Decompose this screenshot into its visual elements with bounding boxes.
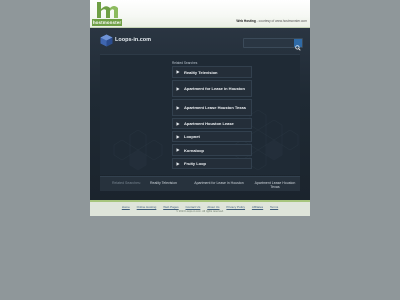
search-input[interactable]: [246, 39, 291, 47]
related-link-label: Apartment Lease Houston Texas: [184, 105, 246, 110]
related-link-item[interactable]: Loopnet: [172, 131, 252, 142]
copyright-text: © 2013 Loops-in.com. All rights reserved…: [176, 210, 224, 213]
bottom-related-link[interactable]: Apartment for Lease in Houston: [194, 181, 244, 185]
hostmonster-wordmark: hostmonster: [92, 19, 122, 26]
footer-link[interactable]: Affiliates: [252, 205, 263, 209]
hostmonster-mark-icon: [97, 2, 118, 18]
footer: Home Online Hosting Web Pages Contact Us…: [90, 200, 310, 216]
content-panel: Related Searches Reality Television Apar…: [100, 54, 300, 175]
related-link-item[interactable]: Apartment Lease Houston Texas: [172, 99, 252, 116]
related-link-label: Kornaloop: [184, 147, 204, 153]
bottom-related-link[interactable]: Apartment Lease Houston Texas: [253, 181, 297, 189]
footer-link[interactable]: Home: [122, 205, 130, 209]
bottom-related-link[interactable]: Reality Television: [150, 181, 177, 185]
footer-link[interactable]: Privacy Policy: [226, 205, 245, 209]
search-button[interactable]: [294, 39, 302, 51]
play-arrow-icon: [173, 134, 183, 139]
hosting-note: Web Hosting - courtesy of www.hostmonste…: [236, 19, 307, 23]
play-arrow-icon: [173, 161, 183, 166]
footer-link[interactable]: Terms: [270, 205, 278, 209]
bottom-related-bar: Related Searches: Reality Television Apa…: [100, 176, 300, 191]
play-arrow-icon: [173, 105, 183, 110]
main-area: Loops-in.com Related Searches Reality Te…: [90, 28, 310, 200]
related-link-item[interactable]: Reality Television: [172, 66, 252, 78]
play-arrow-icon: [173, 70, 183, 74]
related-link-label: Fruity Loop: [184, 161, 206, 166]
related-link-label: Reality Television: [184, 69, 218, 75]
footer-link[interactable]: About Us: [207, 205, 219, 209]
hosting-banner: hostmonster Web Hosting - courtesy of ww…: [90, 0, 310, 28]
hostmonster-logo[interactable]: hostmonster: [92, 2, 122, 26]
related-searches-title: Related Searches: [172, 61, 198, 65]
footer-link[interactable]: Web Pages: [163, 205, 178, 209]
play-arrow-icon: [173, 121, 183, 126]
hosting-note-bold: Web Hosting: [236, 19, 256, 23]
bottom-related-label: Related Searches:: [112, 181, 141, 185]
related-link-item[interactable]: Apartment Houston Lease: [172, 118, 252, 129]
site-title[interactable]: Loops-in.com: [115, 37, 151, 43]
related-link-label: Apartment Houston Lease: [184, 121, 234, 126]
hosting-note-text[interactable]: - courtesy of www.hostmonster.com: [256, 19, 307, 23]
related-link-label: Apartment for Lease in Houston: [184, 86, 245, 91]
related-link-item[interactable]: Apartment for Lease in Houston: [172, 80, 252, 97]
play-arrow-icon: [173, 86, 183, 91]
related-links-list: Reality Television Apartment for Lease i…: [172, 66, 252, 171]
footer-links: Home Online Hosting Web Pages Contact Us…: [90, 205, 310, 209]
search-icon: [295, 45, 301, 51]
parked-page: hostmonster Web Hosting - courtesy of ww…: [90, 0, 310, 214]
footer-link[interactable]: Contact Us: [186, 205, 201, 209]
related-link-item[interactable]: Fruity Loop: [172, 158, 252, 169]
related-link-label: Loopnet: [184, 134, 200, 139]
footer-link[interactable]: Online Hosting: [137, 205, 157, 209]
site-cube-icon: [100, 34, 113, 47]
play-arrow-icon: [173, 148, 183, 152]
related-link-item[interactable]: Kornaloop: [172, 144, 252, 156]
search-box: [243, 38, 303, 51]
site-header: Loops-in.com: [100, 31, 303, 51]
